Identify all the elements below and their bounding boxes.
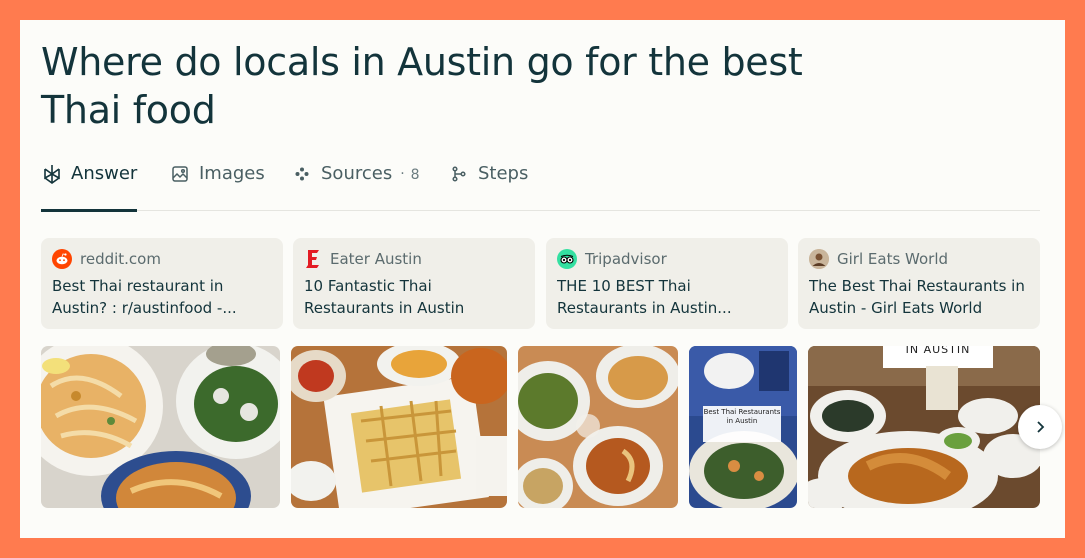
source-site-name: Girl Eats World bbox=[837, 250, 949, 268]
image-thumbnail-5[interactable]: IN AUSTIN bbox=[808, 346, 1040, 508]
table-spread-photo bbox=[518, 346, 678, 508]
eater-icon bbox=[304, 249, 322, 269]
source-site-name: Tripadvisor bbox=[585, 250, 667, 268]
image-overlay-text: IN AUSTIN bbox=[905, 346, 971, 356]
source-title: 10 Fantastic Thai Restaurants in Austin bbox=[304, 277, 465, 317]
source-card-eater[interactable]: Eater Austin 10 Fantastic Thai Restauran… bbox=[293, 238, 535, 329]
tab-answer[interactable]: Answer bbox=[41, 160, 138, 212]
source-card-tripadvisor[interactable]: Tripadvisor THE 10 BEST Thai Restaurants… bbox=[546, 238, 788, 329]
tab-sources-separator: · bbox=[400, 166, 405, 182]
restaurant-table-photo bbox=[808, 346, 1040, 508]
tab-steps-label: Steps bbox=[478, 163, 529, 184]
tab-sources-label: Sources bbox=[321, 163, 393, 184]
tab-sources-count: 8 bbox=[410, 167, 420, 183]
tab-images-label: Images bbox=[199, 163, 265, 184]
thai-dishes-photo bbox=[291, 346, 507, 508]
source-site-name: Eater Austin bbox=[330, 250, 422, 268]
source-title: The Best Thai Restaurants in Austin - Gi… bbox=[809, 277, 1025, 317]
source-title: THE 10 BEST Thai Restaurants in Austin..… bbox=[557, 277, 732, 317]
avatar-icon bbox=[809, 249, 829, 269]
image-thumbnail-2[interactable] bbox=[291, 346, 507, 508]
source-card-girl-eats-world[interactable]: Girl Eats World The Best Thai Restaurant… bbox=[798, 238, 1040, 329]
tripadvisor-icon bbox=[557, 249, 577, 269]
image-overlay-text: Best Thai Restaurants in Austin bbox=[703, 408, 781, 425]
carousel-next-button[interactable] bbox=[1018, 405, 1062, 449]
steps-icon bbox=[448, 163, 470, 185]
answer-panel: Where do locals in Austin go for the bes… bbox=[20, 20, 1065, 538]
image-thumbnail-3[interactable] bbox=[518, 346, 678, 508]
source-site-name: reddit.com bbox=[80, 250, 161, 268]
image-thumbnail-1[interactable] bbox=[41, 346, 280, 508]
tab-sources[interactable]: Sources · 8 bbox=[291, 160, 420, 211]
image-thumbnail-4[interactable]: Best Thai Restaurants in Austin bbox=[689, 346, 797, 508]
image-icon bbox=[169, 163, 191, 185]
chevron-right-icon bbox=[1032, 419, 1048, 435]
reddit-icon bbox=[52, 249, 72, 269]
pad-thai-photo bbox=[41, 346, 280, 508]
source-card-reddit[interactable]: reddit.com Best Thai restaurant in Austi… bbox=[41, 238, 283, 329]
tab-images[interactable]: Images bbox=[169, 160, 265, 211]
page-title: Where do locals in Austin go for the bes… bbox=[41, 40, 803, 132]
tab-bar: Answer Images Sources · 8 Steps bbox=[41, 160, 1040, 212]
tab-steps[interactable]: Steps bbox=[448, 160, 528, 211]
best-thai-restaurants-photo bbox=[689, 346, 797, 508]
tab-answer-label: Answer bbox=[71, 163, 138, 184]
perplexity-logo-icon bbox=[41, 163, 63, 185]
source-title: Best Thai restaurant in Austin? : r/aust… bbox=[52, 277, 237, 317]
sources-icon bbox=[291, 163, 313, 185]
